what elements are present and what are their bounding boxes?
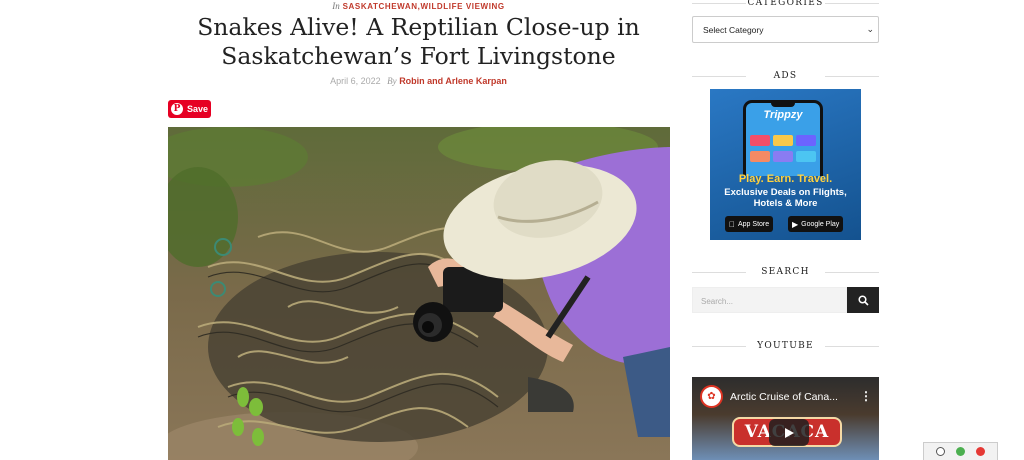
play-store-icon: ▶ (792, 219, 799, 229)
chevron-down-icon: ⌄ (866, 24, 874, 34)
featured-image (168, 127, 670, 460)
page-title: Snakes Alive! A Reptilian Close-up in Sa… (197, 13, 640, 70)
search-button[interactable] (847, 287, 879, 313)
pinterest-save-button[interactable]: P Save (168, 100, 211, 118)
by-label: By (387, 76, 397, 86)
author-link[interactable]: Robin and Arlene Karpan (399, 76, 507, 86)
extension-red-icon[interactable] (976, 447, 986, 456)
ad-brand: Trippzy (763, 109, 803, 121)
category-select[interactable]: Select Category ⌄ (692, 16, 879, 43)
pinterest-icon: P (171, 103, 183, 115)
more-options-icon[interactable]: ⋮ (860, 389, 872, 403)
globe-icon[interactable] (935, 447, 945, 456)
category-link-wildlife[interactable]: WILDLIFE VIEWING (420, 2, 504, 11)
video-title[interactable]: Arctic Cruise of Cana... (730, 391, 858, 403)
extension-tray (923, 442, 998, 460)
post-meta: April 6, 2022 By Robin and Arlene Karpan (167, 76, 670, 86)
search-input[interactable]: Search... (692, 287, 847, 313)
search-icon (857, 294, 869, 306)
phone-illustration: Trippzy (743, 100, 823, 176)
category-select-value: Select Category (703, 25, 764, 35)
youtube-widget-title: YOUTUBE (692, 341, 879, 351)
search-widget-title: SEARCH (692, 267, 879, 277)
category-line: In SASKATCHEWAN,WILDLIFE VIEWING (167, 1, 670, 11)
ads-widget-title: ADS (692, 71, 879, 81)
pinterest-save-label: Save (187, 104, 209, 114)
post-date: April 6, 2022 (330, 76, 381, 86)
ad-offer-line-2: Hotels & More (753, 198, 818, 209)
apple-icon:  (729, 220, 735, 229)
categories-widget-title: CATEGORIES (692, 0, 879, 8)
channel-avatar[interactable]: ✿ (700, 385, 723, 408)
play-icon (785, 427, 794, 438)
google-play-badge[interactable]: ▶ Google Play (788, 216, 844, 232)
play-button[interactable] (769, 419, 809, 446)
ad-tagline: Play. Earn. Travel. (738, 173, 833, 185)
category-link-saskatchewan[interactable]: SASKATCHEWAN (343, 2, 418, 11)
category-prefix: In (332, 1, 340, 11)
app-store-badge[interactable]:  App Store (725, 216, 774, 232)
snake-photographer-photo (168, 127, 670, 460)
trippzy-ad-banner[interactable]: Trippzy Play. Earn. Travel. Exclusive De… (710, 89, 861, 240)
extension-green-icon[interactable] (955, 447, 965, 456)
youtube-embed[interactable]: VACACA ✿ Arctic Cruise of Cana... ⋮ (692, 377, 879, 460)
ad-offer-line-1: Exclusive Deals on Flights, (724, 187, 847, 198)
